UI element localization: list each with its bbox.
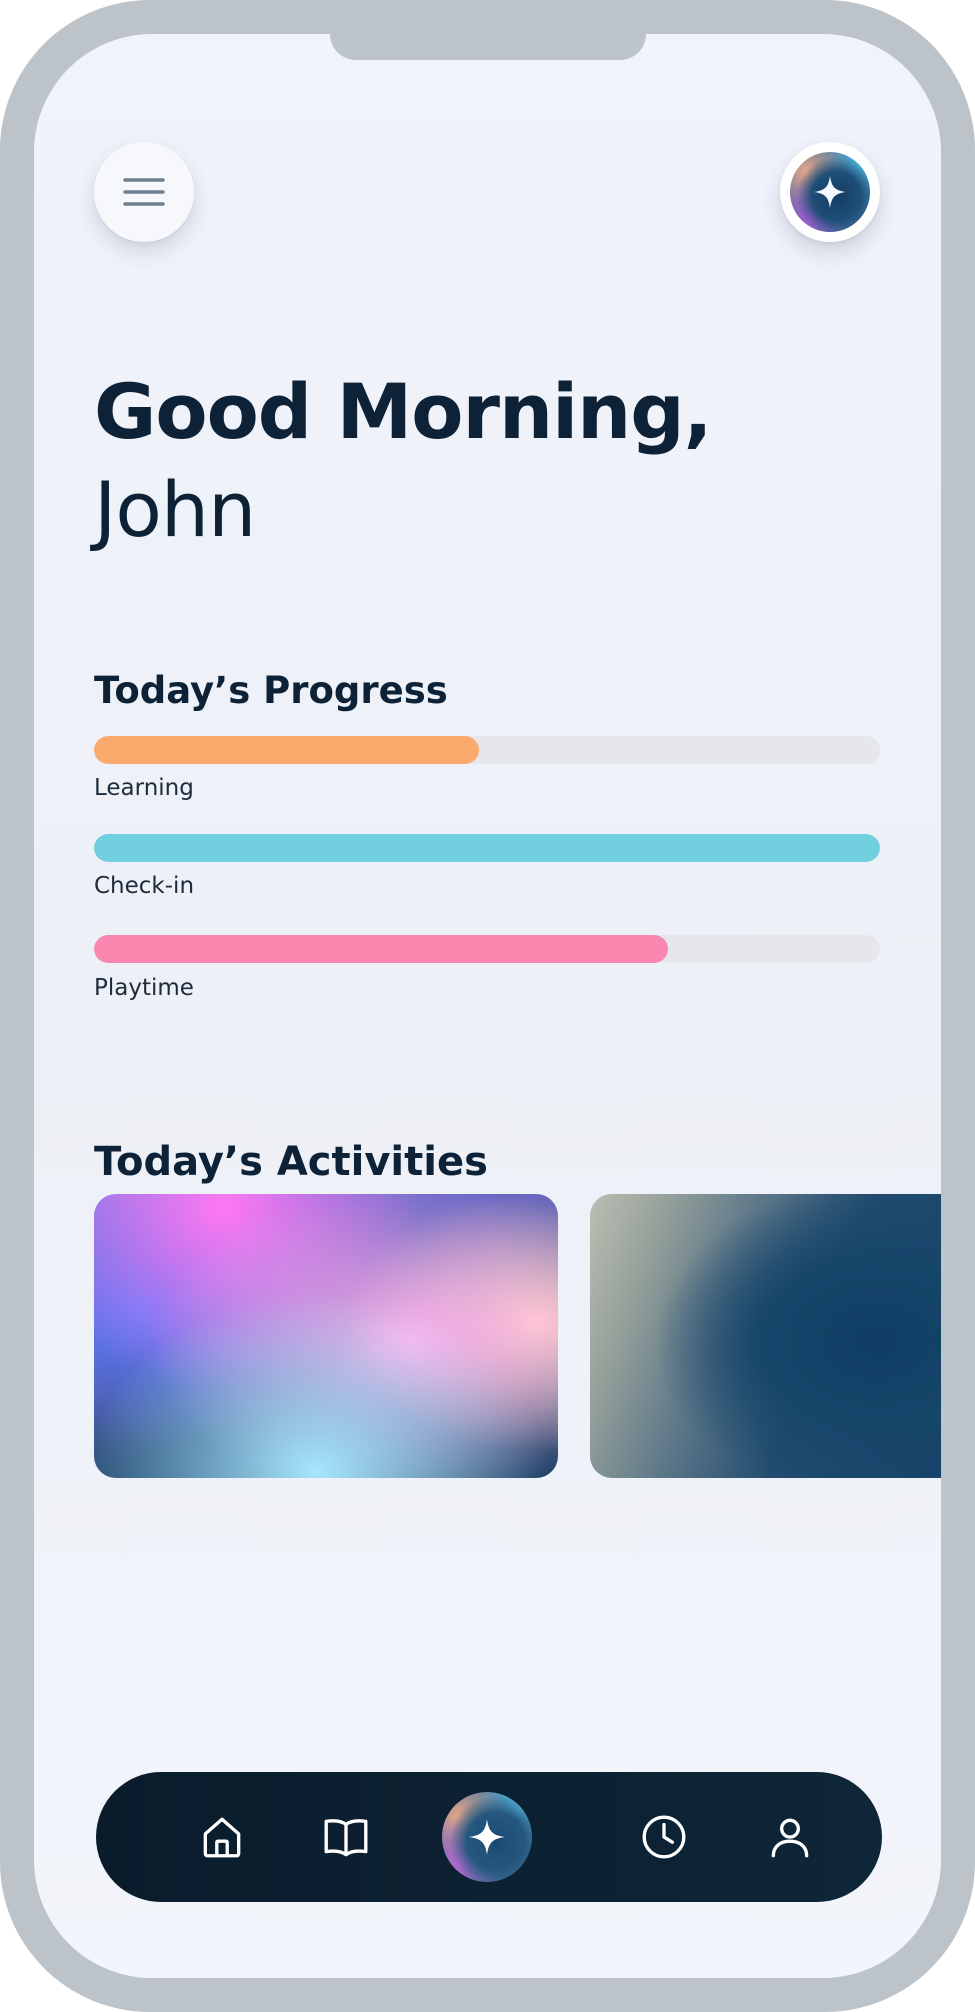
progress-track-learning xyxy=(94,736,880,764)
greeting-title: Good Morning, xyxy=(94,367,713,456)
menu-icon xyxy=(123,178,165,206)
assistant-button[interactable] xyxy=(780,142,880,242)
home-icon xyxy=(203,1817,241,1858)
progress-label-checkin: Check-in xyxy=(94,873,195,899)
progress-label-learning: Learning xyxy=(94,775,194,801)
progress-section-title: Today’s Progress xyxy=(94,669,448,712)
nav-learn-button[interactable] xyxy=(306,1772,386,1902)
progress-track-checkin xyxy=(94,834,880,862)
progress-fill-checkin xyxy=(94,834,880,862)
assistant-orb xyxy=(790,152,870,232)
device-notch xyxy=(330,34,646,60)
user-icon xyxy=(771,1818,809,1858)
clock-icon xyxy=(642,1815,686,1859)
nav-home-button[interactable] xyxy=(182,1772,262,1902)
activities-section-title: Today’s Activities xyxy=(94,1139,488,1185)
activity-card[interactable] xyxy=(94,1194,558,1478)
progress-label-playtime: Playtime xyxy=(94,975,194,1001)
book-icon xyxy=(324,1819,368,1857)
progress-track-playtime xyxy=(94,935,880,963)
user-name: John xyxy=(94,465,256,554)
progress-fill-playtime xyxy=(94,935,668,963)
nav-history-button[interactable] xyxy=(624,1772,704,1902)
sparkle-icon xyxy=(469,1819,505,1855)
activity-card[interactable] xyxy=(590,1194,941,1478)
menu-button[interactable] xyxy=(94,142,194,242)
sparkle-icon xyxy=(814,176,846,208)
app-screen: Good Morning, John Today’s Progress Lear… xyxy=(34,34,941,1978)
nav-profile-button[interactable] xyxy=(750,1772,830,1902)
nav-assistant-button[interactable] xyxy=(442,1792,532,1882)
bottom-nav-bar xyxy=(96,1772,882,1902)
progress-fill-learning xyxy=(94,736,480,764)
phone-frame: Good Morning, John Today’s Progress Lear… xyxy=(0,0,975,2012)
